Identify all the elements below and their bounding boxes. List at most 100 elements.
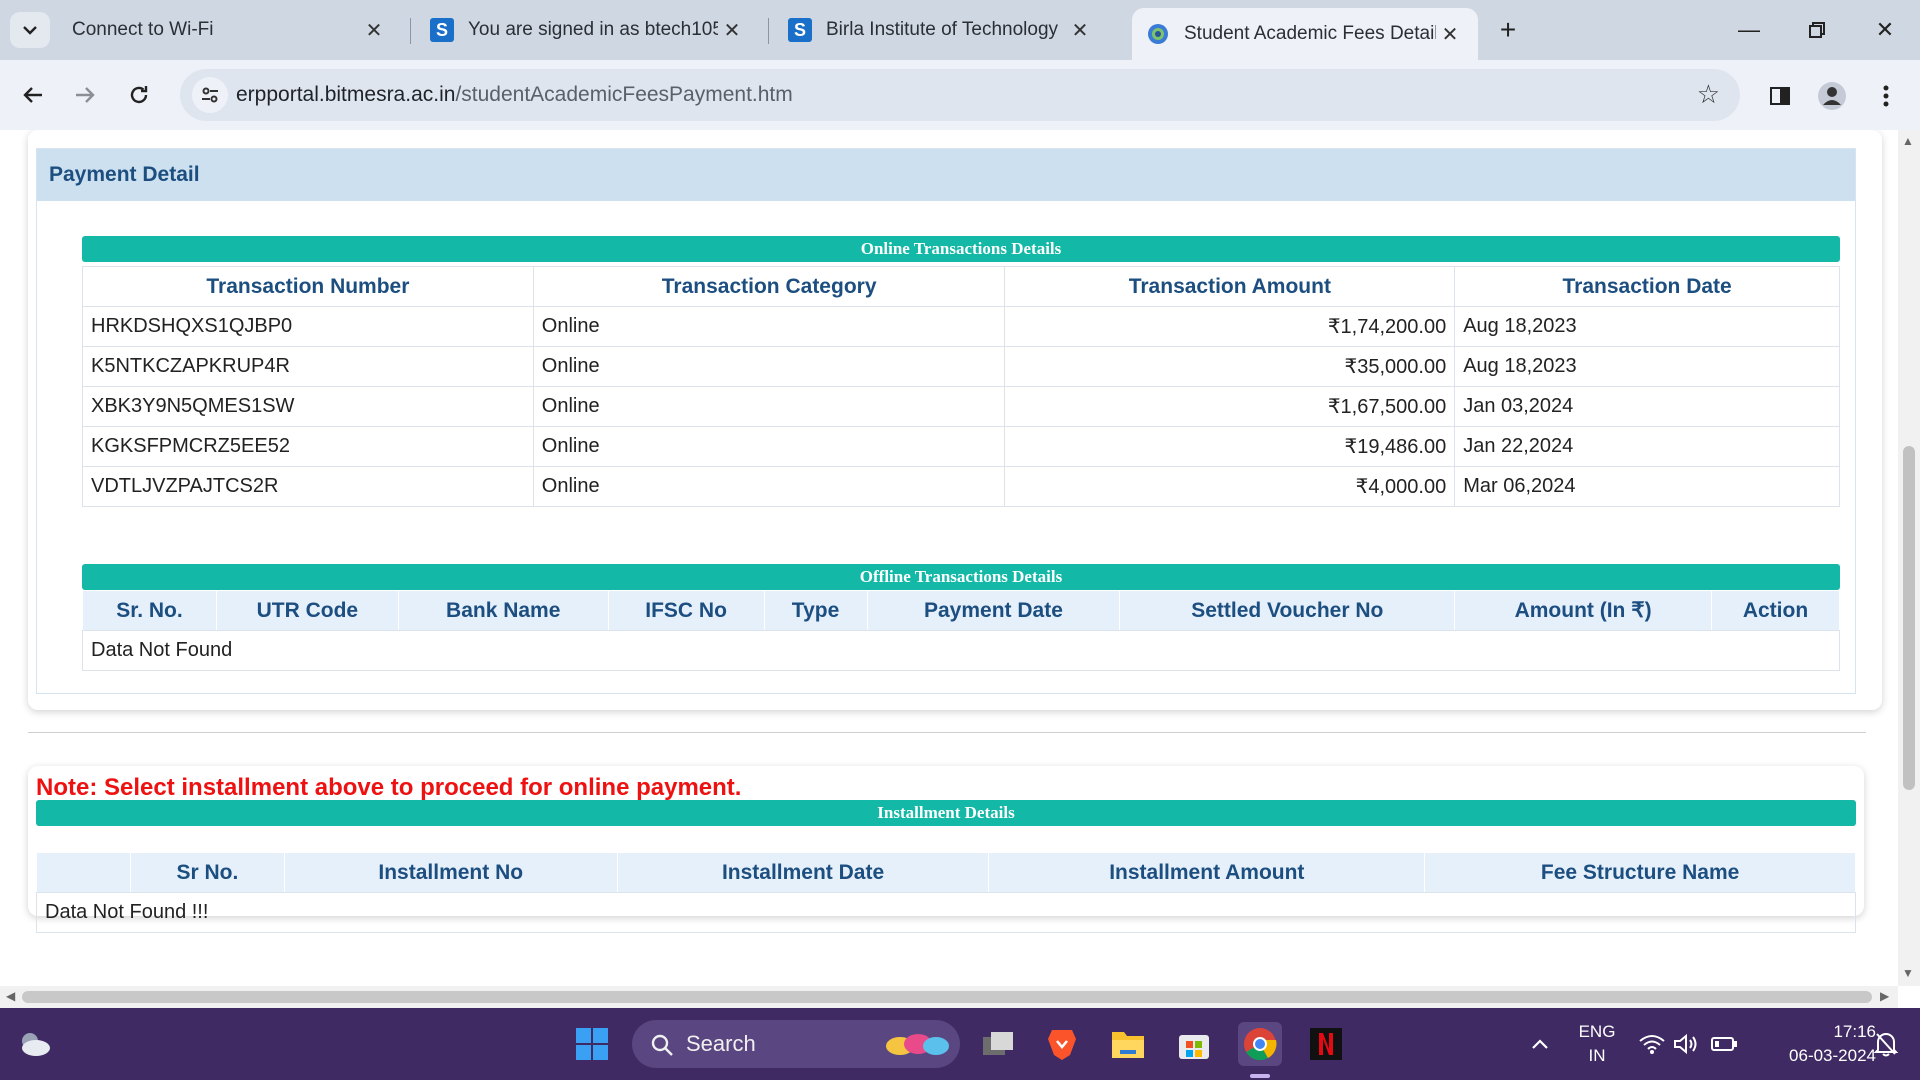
close-window-button[interactable]: ✕ bbox=[1860, 10, 1910, 50]
profile-button[interactable] bbox=[1814, 78, 1850, 114]
back-button[interactable] bbox=[12, 74, 54, 116]
column-header: UTR Code bbox=[215, 590, 399, 631]
tab-separator bbox=[768, 18, 769, 44]
scroll-up-icon[interactable]: ▲ bbox=[1902, 134, 1914, 148]
language-line1: ENG bbox=[1578, 1022, 1616, 1041]
taskbar-search-input[interactable]: Search bbox=[632, 1020, 960, 1068]
column-header: Action bbox=[1711, 590, 1840, 631]
site-info-button[interactable] bbox=[192, 77, 228, 113]
transaction-amount: ₹19,486.00 bbox=[1004, 426, 1456, 467]
table-row: VDTLJVZPAJTCS2R Online ₹4,000.00 Mar 06,… bbox=[82, 466, 1840, 507]
tab-birla[interactable]: S Birla Institute of Technology ✕ bbox=[774, 8, 1108, 52]
s-favicon-icon: S bbox=[788, 18, 812, 42]
tab-wifi[interactable]: Connect to Wi-Fi ✕ bbox=[58, 8, 402, 52]
bit-logo-icon bbox=[1148, 24, 1168, 44]
close-icon[interactable]: ✕ bbox=[718, 16, 746, 44]
close-icon[interactable]: ✕ bbox=[1436, 20, 1464, 48]
arrow-right-icon bbox=[76, 87, 95, 103]
notification-bell-icon[interactable] bbox=[1864, 1022, 1908, 1066]
column-header: Transaction Category bbox=[532, 266, 1006, 307]
address-bar[interactable]: erpportal.bitmesra.ac.in/studentAcademic… bbox=[180, 69, 1740, 121]
forward-button[interactable] bbox=[64, 74, 106, 116]
table-header-row: Sr. No. UTR Code Bank Name IFSC No Type … bbox=[82, 590, 1840, 631]
transaction-category: Online bbox=[532, 386, 1006, 427]
payment-detail-title: Payment Detail bbox=[37, 149, 1855, 201]
bookmark-star-icon[interactable]: ☆ bbox=[1697, 79, 1720, 110]
scrollbar-thumb[interactable] bbox=[1903, 446, 1915, 790]
column-header: Payment Date bbox=[866, 590, 1121, 631]
table-row: K5NTKCZAPKRUP4R Online ₹35,000.00 Aug 18… bbox=[82, 346, 1840, 387]
task-view-icon[interactable] bbox=[976, 1022, 1020, 1066]
installment-table: Sr No. Installment No Installment Date I… bbox=[36, 852, 1856, 933]
column-header: Fee Structure Name bbox=[1424, 852, 1856, 893]
tab-signed-in[interactable]: S You are signed in as btech1057 ✕ bbox=[416, 8, 760, 52]
search-icon bbox=[651, 1034, 673, 1056]
page-viewport: Payment Detail Online Transactions Detai… bbox=[0, 130, 1898, 986]
transaction-number: KGKSFPMCRZ5EE52 bbox=[82, 426, 534, 467]
close-icon[interactable]: ✕ bbox=[360, 16, 388, 44]
transaction-amount: ₹1,74,200.00 bbox=[1004, 306, 1456, 347]
chrome-icon[interactable] bbox=[1238, 1022, 1282, 1066]
restore-button[interactable] bbox=[1792, 10, 1842, 50]
side-panel-button[interactable] bbox=[1762, 78, 1798, 114]
transaction-date: Jan 22,2024 bbox=[1454, 426, 1840, 467]
chevron-up-icon[interactable] bbox=[1518, 1022, 1562, 1066]
scroll-down-icon[interactable]: ▼ bbox=[1902, 966, 1914, 980]
clock[interactable]: 17:16 06-03-2024 bbox=[1750, 1022, 1876, 1066]
tab-fees-details[interactable]: Student Academic Fees Details ✕ bbox=[1132, 8, 1478, 60]
minimize-button[interactable]: — bbox=[1724, 10, 1774, 50]
side-panel-icon bbox=[1770, 87, 1790, 105]
horizontal-scrollbar[interactable]: ◀ ▶ bbox=[0, 986, 1898, 1008]
clock-date: 06-03-2024 bbox=[1789, 1046, 1876, 1065]
column-header: Sr No. bbox=[129, 852, 285, 893]
tab-title: Connect to Wi-Fi bbox=[72, 19, 214, 40]
online-transactions-table: Transaction Number Transaction Category … bbox=[82, 266, 1840, 507]
new-tab-button[interactable]: + bbox=[1490, 12, 1526, 48]
tab-title: Birla Institute of Technology bbox=[826, 19, 1059, 40]
scrollbar-thumb[interactable] bbox=[22, 991, 1872, 1003]
holi-colors-icon bbox=[886, 1034, 949, 1055]
column-header: Sr. No. bbox=[82, 590, 217, 631]
search-placeholder: Search bbox=[686, 1031, 756, 1056]
scroll-right-icon[interactable]: ▶ bbox=[1880, 989, 1889, 1003]
netflix-icon[interactable] bbox=[1304, 1022, 1348, 1066]
menu-button[interactable] bbox=[1868, 78, 1904, 114]
offline-transactions-table: Sr. No. UTR Code Bank Name IFSC No Type … bbox=[82, 590, 1840, 671]
reload-button[interactable] bbox=[118, 74, 160, 116]
weather-icon[interactable] bbox=[12, 1022, 56, 1066]
more-vert-icon bbox=[1883, 85, 1889, 107]
offline-transactions-title: Offline Transactions Details bbox=[82, 564, 1840, 590]
column-header: Installment Date bbox=[616, 852, 990, 893]
vertical-scrollbar[interactable]: ▲ ▼ bbox=[1898, 130, 1920, 986]
scroll-left-icon[interactable]: ◀ bbox=[6, 989, 15, 1003]
transaction-date: Mar 06,2024 bbox=[1454, 466, 1840, 507]
tab-search-button[interactable] bbox=[10, 12, 50, 48]
column-header: Settled Voucher No bbox=[1119, 590, 1456, 631]
language-indicator[interactable]: ENG IN bbox=[1574, 1022, 1620, 1066]
tune-icon bbox=[202, 87, 218, 103]
transaction-category: Online bbox=[532, 426, 1006, 467]
table-row: HRKDSHQXS1QJBP0 Online ₹1,74,200.00 Aug … bbox=[82, 306, 1840, 347]
avatar-icon bbox=[1818, 82, 1846, 110]
table-header-row: Sr No. Installment No Installment Date I… bbox=[36, 852, 1856, 893]
column-header: Installment No bbox=[283, 852, 618, 893]
transaction-date: Aug 18,2023 bbox=[1454, 346, 1840, 387]
empty-state-text: Data Not Found bbox=[82, 630, 1840, 671]
microsoft-store-icon[interactable] bbox=[1172, 1022, 1216, 1066]
online-transactions-title: Online Transactions Details bbox=[82, 236, 1840, 262]
table-row: KGKSFPMCRZ5EE52 Online ₹19,486.00 Jan 22… bbox=[82, 426, 1840, 467]
transaction-amount: ₹1,67,500.00 bbox=[1004, 386, 1456, 427]
file-explorer-icon[interactable] bbox=[1106, 1022, 1150, 1066]
arrow-left-icon bbox=[23, 87, 42, 103]
transaction-number: HRKDSHQXS1QJBP0 bbox=[82, 306, 534, 347]
browser-toolbar: erpportal.bitmesra.ac.in/studentAcademic… bbox=[0, 60, 1920, 130]
section-divider bbox=[28, 732, 1866, 733]
battery-icon[interactable] bbox=[1702, 1022, 1746, 1066]
clock-time: 17:16 bbox=[1833, 1022, 1876, 1041]
transaction-number: K5NTKCZAPKRUP4R bbox=[82, 346, 534, 387]
close-icon[interactable]: ✕ bbox=[1066, 16, 1094, 44]
start-windows-icon[interactable] bbox=[570, 1022, 614, 1066]
language-line2: IN bbox=[1588, 1046, 1606, 1065]
transaction-date: Jan 03,2024 bbox=[1454, 386, 1840, 427]
brave-browser-icon[interactable] bbox=[1040, 1022, 1084, 1066]
